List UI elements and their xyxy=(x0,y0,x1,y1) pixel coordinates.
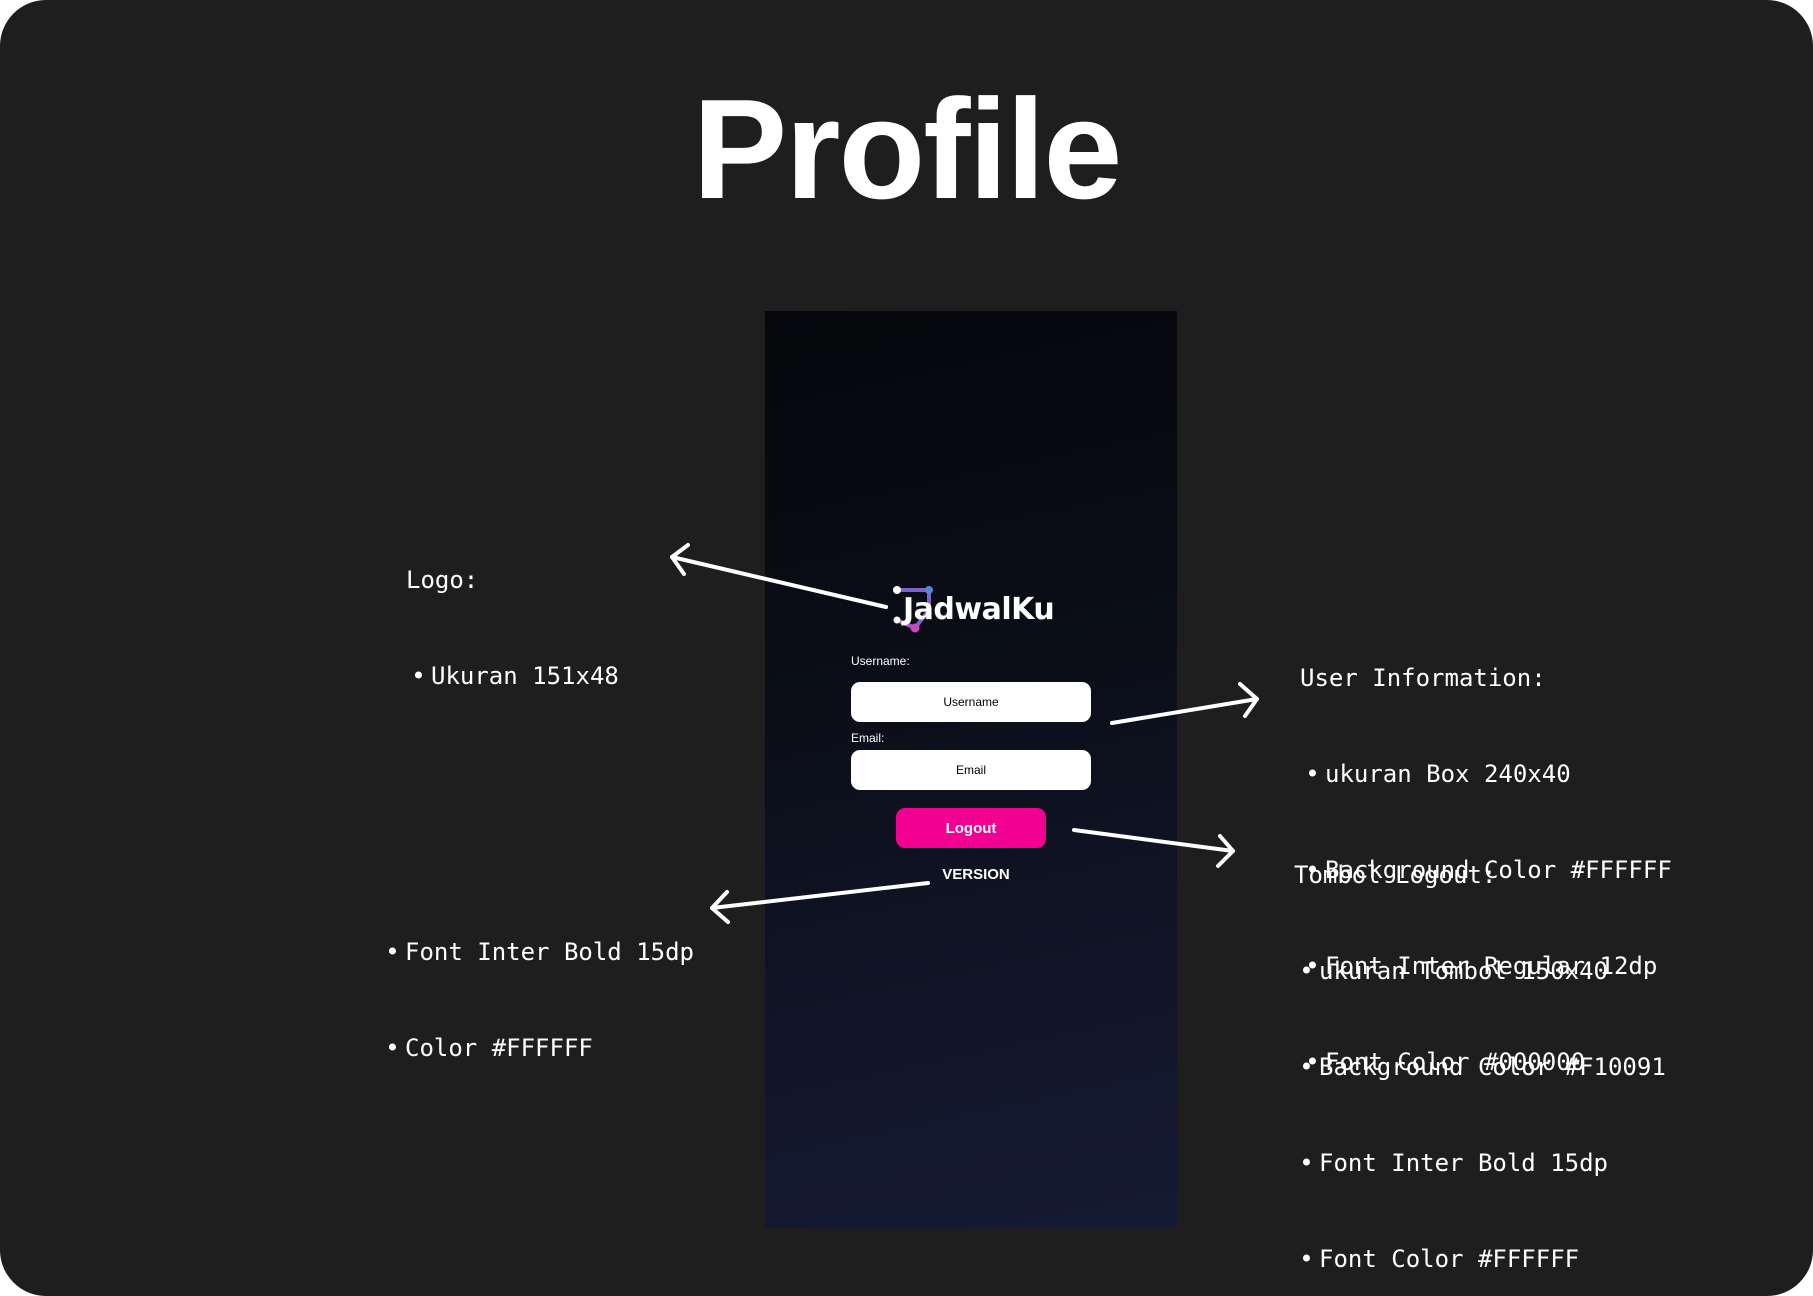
logout-button-label: Logout xyxy=(945,819,997,837)
version-annotation-item: • Color #FFFFFF xyxy=(385,1034,593,1062)
page-title: Profile xyxy=(692,70,1123,229)
logout-annotation-heading: Tombol Logout: xyxy=(1294,861,1497,889)
username-field-text: Username xyxy=(943,695,999,709)
logout-annotation-item: • Font Color #FFFFFF xyxy=(1299,1245,1580,1273)
version-annotation: • Font Inter Bold 15dp • Color #FFFFFF xyxy=(380,872,694,1128)
logout-annotation-item: • Background Color #F10091 xyxy=(1299,1053,1666,1081)
app-logo: JadwalKu xyxy=(893,584,1068,640)
username-label: Username: xyxy=(851,654,910,668)
logout-annotation: Tombol Logout: • ukuran Tombol 150x40 • Ba… xyxy=(1294,795,1666,1296)
design-board: Profile JadwalKu Username: Username Emai… xyxy=(0,0,1813,1296)
logo-wordmark: JadwalKu xyxy=(903,592,1055,627)
username-field[interactable]: Username xyxy=(851,682,1091,722)
user-info-annotation-item: • ukuran Box 240x40 xyxy=(1305,760,1571,788)
logo-annotation-item: • Ukuran 151x48 xyxy=(411,662,619,690)
logo-annotation-heading: Logo: xyxy=(406,566,479,594)
version-text: VERSION xyxy=(942,866,1010,883)
logo-annotation: Logo: • Ukuran 151x48 xyxy=(406,500,619,756)
email-field[interactable]: Email xyxy=(851,750,1091,790)
phone-mockup: JadwalKu Username: Username Email: Email… xyxy=(765,311,1177,1228)
email-field-text: Email xyxy=(955,763,986,777)
logout-annotation-item: • Font Inter Bold 15dp xyxy=(1299,1149,1608,1177)
version-annotation-item: • Font Inter Bold 15dp xyxy=(385,938,694,966)
email-label: Email: xyxy=(851,731,885,745)
logout-annotation-item: • ukuran Tombol 150x40 xyxy=(1299,957,1608,985)
logout-button[interactable]: Logout xyxy=(896,808,1046,848)
user-info-annotation-heading: User Information: xyxy=(1300,664,1546,692)
